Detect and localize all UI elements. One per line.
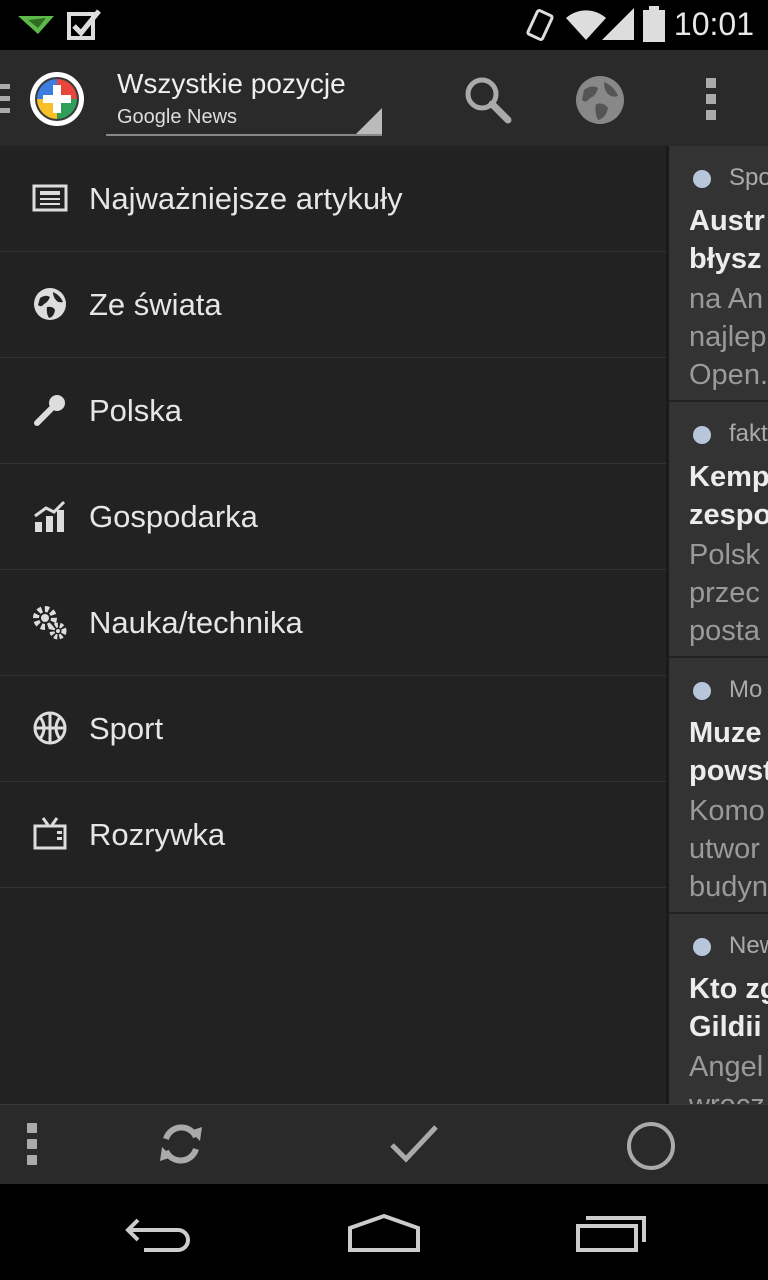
article-source: Spo xyxy=(729,164,768,191)
article-title: Austr błysz xyxy=(689,202,765,278)
battery-icon xyxy=(643,6,665,42)
article-title-line: Kto zg xyxy=(689,973,768,1005)
drawer-toggle-icon[interactable] xyxy=(0,84,12,114)
article-snippet-line: wrecz xyxy=(689,1086,765,1104)
article-snippet: na An najlep Open. xyxy=(689,280,768,394)
circle-icon[interactable] xyxy=(624,1119,678,1173)
unread-dot xyxy=(693,938,711,956)
drawer-item-label: Najważniejsze artykuły xyxy=(89,180,403,216)
drawer-item-top-stories[interactable]: Najważniejsze artykuły xyxy=(0,146,666,252)
article-source: fakt xyxy=(729,420,768,447)
back-icon[interactable] xyxy=(124,1212,196,1254)
unread-dot xyxy=(693,682,711,700)
article-title-line: Muze xyxy=(689,717,762,749)
dropdown-corner-icon xyxy=(356,108,382,134)
drawer-item-world[interactable]: Ze świata xyxy=(0,252,666,358)
cell-signal-icon xyxy=(602,8,634,40)
article-snippet: Polsk przec posta xyxy=(689,536,760,650)
article-snippet-line: najlep xyxy=(689,321,767,353)
article-snippet-line: Angel xyxy=(689,1051,764,1083)
section-selector[interactable]: Wszystkie pozycje Google News xyxy=(106,64,382,138)
unread-dot xyxy=(693,426,711,444)
article-title: Kto zg Gildii xyxy=(689,970,768,1046)
article-snippet-line: przec xyxy=(689,577,760,609)
recent-apps-icon[interactable] xyxy=(574,1214,648,1254)
system-nav-bar xyxy=(0,1184,768,1280)
home-icon[interactable] xyxy=(346,1214,422,1254)
article-title: Kemp zespo xyxy=(689,458,768,534)
newspaper-icon xyxy=(32,184,68,212)
article-title-line: zespo xyxy=(689,499,768,531)
article-snippet: Angel wrecz xyxy=(689,1048,765,1104)
header-title: Wszystkie pozycje xyxy=(117,68,346,99)
article-snippet-line: utwor xyxy=(689,833,760,865)
overflow-menu-icon[interactable] xyxy=(26,1123,38,1165)
article-title: Muze powst xyxy=(689,714,768,790)
tv-icon xyxy=(33,817,67,850)
vibrate-icon xyxy=(526,8,554,42)
globe-icon[interactable] xyxy=(574,74,626,126)
gears-icon xyxy=(33,606,67,640)
article-title-line: Kemp xyxy=(689,461,768,493)
header-subtitle: Google News xyxy=(117,106,238,128)
microphone-icon xyxy=(34,395,65,426)
refresh-icon[interactable] xyxy=(156,1119,206,1169)
globe-icon xyxy=(34,288,66,320)
article-snippet-line: Komo xyxy=(689,795,765,827)
drawer-item-business[interactable]: Gospodarka xyxy=(0,464,666,570)
article-snippet-line: Polsk xyxy=(689,539,760,571)
bottom-action-bar xyxy=(0,1104,768,1185)
search-icon[interactable] xyxy=(462,74,514,126)
drawer-item-label: Polska xyxy=(89,392,183,428)
article-snippet: Komo utwor budyn xyxy=(689,792,768,906)
article-snippet-line: na An xyxy=(689,283,764,315)
drawer-item-poland[interactable]: Polska xyxy=(0,358,666,464)
drawer-item-label: Ze świata xyxy=(89,286,222,322)
article-source: Mo xyxy=(729,676,763,703)
article-title-line: Austr xyxy=(689,205,765,237)
wifi-icon xyxy=(566,10,606,40)
article-snippet-line: posta xyxy=(689,615,760,647)
drawer-item-entertainment[interactable]: Rozrywka xyxy=(0,782,666,888)
navigation-drawer: Najważniejsze artykuły Ze świata Polska … xyxy=(0,146,666,1104)
article-card[interactable]: Spo Austr błysz na An najlep Open. xyxy=(669,146,768,402)
action-bar: Wszystkie pozycje Google News xyxy=(0,50,768,146)
article-snippet-line: Open. xyxy=(689,359,768,391)
drawer-item-scitech[interactable]: Nauka/technika xyxy=(0,570,666,676)
app-logo-icon[interactable] xyxy=(28,70,86,128)
drawer-item-label: Sport xyxy=(89,710,164,746)
drawer-item-sport[interactable]: Sport xyxy=(0,676,666,782)
chart-icon xyxy=(34,500,66,532)
article-card[interactable]: Mo Muze powst Komo utwor budyn xyxy=(669,658,768,914)
article-snippet-line: budyn xyxy=(689,871,768,903)
article-title-line: powst xyxy=(689,755,768,787)
status-bar: 10:01 xyxy=(0,0,768,50)
drawer-item-label: Nauka/technika xyxy=(89,604,303,640)
drawer-item-label: Gospodarka xyxy=(89,498,258,534)
drawer-item-label: Rozrywka xyxy=(89,816,226,852)
mark-read-check-icon[interactable] xyxy=(388,1123,440,1165)
article-card[interactable]: fakt Kemp zespo Polsk przec posta xyxy=(669,402,768,658)
overflow-menu-icon[interactable] xyxy=(704,78,718,120)
article-list: Spo Austr błysz na An najlep Open. fakt … xyxy=(666,146,768,1104)
notification-plane-icon xyxy=(18,16,54,34)
basketball-icon xyxy=(33,711,67,745)
task-checkbox-icon xyxy=(67,9,101,40)
article-title-line: błysz xyxy=(689,243,762,275)
unread-dot xyxy=(693,170,711,188)
status-time: 10:01 xyxy=(673,6,754,42)
article-title-line: Gildii xyxy=(689,1011,762,1043)
article-card[interactable]: New Kto zg Gildii Angel wrecz xyxy=(669,914,768,1104)
article-source: New xyxy=(729,932,768,959)
selector-underline xyxy=(106,134,382,136)
